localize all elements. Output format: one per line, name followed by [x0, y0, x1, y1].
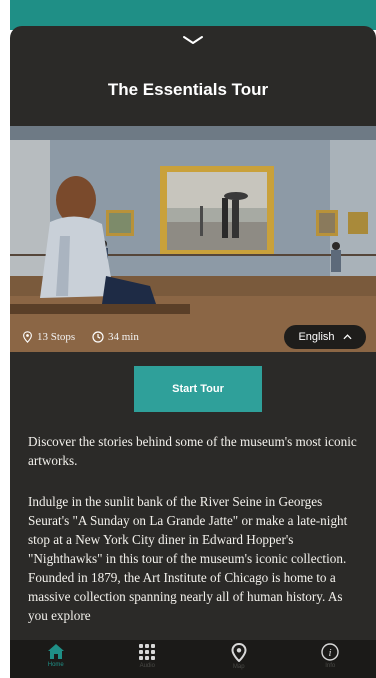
- language-selector[interactable]: English: [284, 325, 366, 349]
- map-pin-icon: [231, 643, 247, 662]
- tour-duration: 34 min: [92, 331, 139, 343]
- tab-audio-label: Audio: [139, 663, 155, 669]
- tour-title: The Essentials Tour: [107, 80, 269, 99]
- stops-label: 13 Stops: [37, 331, 76, 343]
- home-icon: [47, 644, 64, 659]
- tab-home-label: Home: [47, 662, 64, 668]
- info-icon: i: [321, 643, 339, 661]
- svg-text:i: i: [329, 647, 332, 659]
- hero-image: [10, 126, 376, 352]
- clock-icon: [92, 331, 104, 343]
- tab-info-label: Info: [325, 663, 336, 669]
- tab-info[interactable]: i Info: [290, 640, 370, 669]
- collapse-button[interactable]: [178, 32, 208, 48]
- map-pin-icon: [23, 331, 32, 343]
- tab-map-label: Map: [232, 664, 245, 670]
- bottom-tab-bar: Home Audio Map i Info: [10, 640, 376, 678]
- tour-sheet: The Essentials Tour 13 Stops 34 min Engl…: [10, 26, 376, 678]
- chevron-down-icon: [183, 36, 203, 44]
- chevron-up-icon: [342, 334, 352, 340]
- duration-label: 34 min: [108, 331, 139, 343]
- stops-count: 13 Stops: [22, 331, 75, 343]
- keypad-icon: [139, 644, 156, 660]
- tour-meta-bar: 13 Stops 34 min English: [10, 322, 376, 352]
- tab-map[interactable]: Map: [199, 640, 279, 670]
- tour-intro-text: Discover the stories behind some of the …: [28, 434, 357, 468]
- tour-description-text: Indulge in the sunlit bank of the River …: [28, 494, 348, 623]
- tab-home[interactable]: Home: [16, 640, 96, 668]
- start-tour-button[interactable]: Start Tour: [134, 366, 262, 412]
- tab-audio[interactable]: Audio: [107, 640, 187, 669]
- language-label: English: [298, 331, 335, 343]
